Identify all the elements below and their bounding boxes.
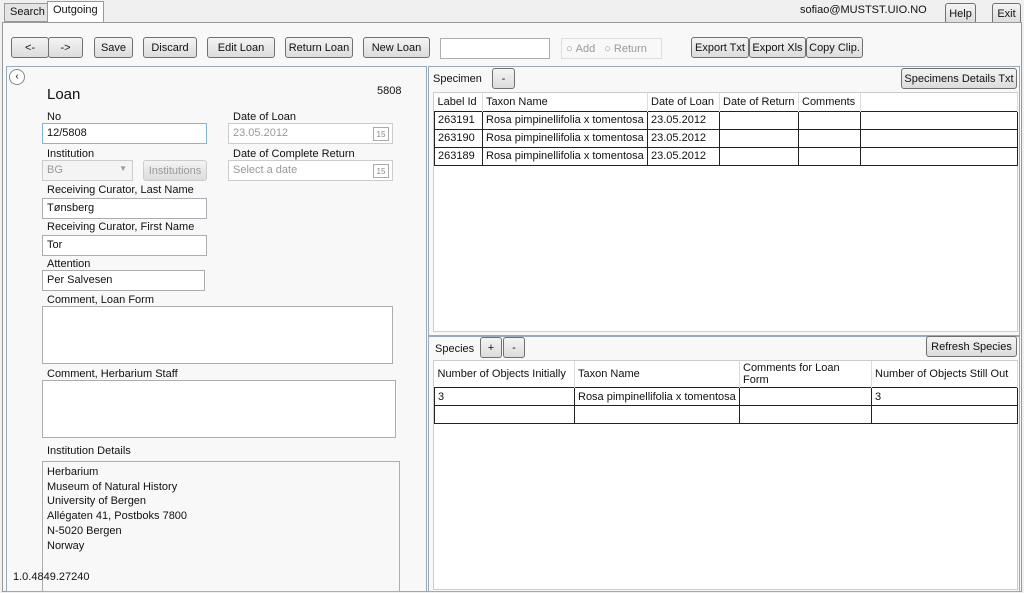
discard-button[interactable]: Discard bbox=[143, 37, 197, 58]
new-loan-button[interactable]: New Loan bbox=[363, 37, 430, 58]
copy-clip-button[interactable]: Copy Clip. bbox=[806, 37, 863, 58]
date-complete-return-label: Date of Complete Return bbox=[233, 148, 355, 160]
loan-id: 5808 bbox=[377, 85, 402, 97]
attention-label: Attention bbox=[47, 258, 91, 270]
edit-loan-button[interactable]: Edit Loan bbox=[207, 37, 275, 58]
loan-title: Loan bbox=[47, 86, 81, 103]
exit-button[interactable]: Exit bbox=[992, 3, 1021, 24]
comment-loan-label: Comment, Loan Form bbox=[47, 294, 154, 306]
last-name-label: Receiving Curator, Last Name bbox=[47, 184, 194, 196]
institution-label: Institution bbox=[47, 148, 95, 160]
refresh-species-button[interactable]: Refresh Species bbox=[926, 336, 1017, 357]
first-name-field[interactable]: Tor bbox=[42, 235, 207, 256]
no-field[interactable]: 12/5808 bbox=[42, 123, 207, 144]
date-of-loan-label: Date of Loan bbox=[233, 111, 296, 123]
user-label: sofiao@MUSTST.UIO.NO bbox=[800, 4, 927, 16]
tab-outgoing[interactable]: Outgoing bbox=[47, 1, 104, 23]
table-row[interactable]: 263189 Rosa pimpinellifolia x tomentosa 23… bbox=[434, 146, 1018, 166]
tab-search[interactable]: Search bbox=[4, 3, 51, 22]
comment-loan-field[interactable] bbox=[42, 306, 393, 364]
search-input[interactable] bbox=[440, 38, 550, 59]
specimen-label: Specimen bbox=[433, 73, 482, 85]
comment-staff-label: Comment, Herbarium Staff bbox=[47, 368, 178, 380]
export-xls-button[interactable]: Export Xls bbox=[749, 37, 806, 58]
species-label: Species bbox=[435, 343, 475, 355]
specimens-details-txt-button[interactable]: Specimens Details Txt bbox=[901, 68, 1017, 89]
calendar-icon[interactable]: 15 bbox=[373, 127, 389, 141]
table-row[interactable]: 3 Rosa pimpinellifolia x tomentosa 3 bbox=[434, 387, 1018, 406]
institution-details-field[interactable]: Herbarium Museum of Natural History Univer… bbox=[42, 461, 400, 592]
version-label: 1.0.4849.27240 bbox=[13, 571, 90, 583]
save-button[interactable]: Save bbox=[94, 37, 133, 58]
date-of-loan-field[interactable]: 23.05.2012 15 bbox=[228, 123, 393, 144]
species-table: Number of Objects Initially Taxon Name Com… bbox=[434, 361, 1018, 424]
table-row[interactable] bbox=[434, 405, 1018, 424]
chevron-down-icon: ▼ bbox=[119, 164, 127, 173]
institutions-button[interactable]: Institutions bbox=[143, 160, 207, 181]
date-complete-return-field[interactable]: Select a date 15 bbox=[228, 160, 393, 181]
specimen-table: Label Id Taxon Name Date of Loan Date of Re… bbox=[434, 93, 1018, 166]
first-name-label: Receiving Curator, First Name bbox=[47, 221, 195, 233]
table-row[interactable]: 263191 Rosa pimpinellifolia x tomentosa 23… bbox=[434, 110, 1018, 130]
remove-specimen-button[interactable]: - bbox=[492, 68, 515, 89]
comment-staff-field[interactable] bbox=[42, 380, 396, 438]
back-button[interactable]: <- bbox=[11, 37, 49, 58]
table-row[interactable]: 263190 Rosa pimpinellifolia x tomentosa 23… bbox=[434, 128, 1018, 148]
add-label: Add bbox=[575, 42, 596, 55]
export-txt-button[interactable]: Export Txt bbox=[691, 37, 749, 58]
return-label: Return bbox=[613, 42, 647, 55]
calendar-icon[interactable]: 15 bbox=[373, 164, 389, 178]
collapse-icon[interactable]: ‹ bbox=[9, 69, 25, 85]
institution-details-label: Institution Details bbox=[47, 445, 131, 457]
return-radio[interactable]: ○ bbox=[604, 43, 611, 55]
remove-species-button[interactable]: - bbox=[503, 337, 525, 358]
return-loan-button[interactable]: Return Loan bbox=[285, 37, 353, 58]
institution-select[interactable]: BG ▼ bbox=[42, 160, 133, 181]
attention-field[interactable]: Per Salvesen bbox=[42, 270, 205, 291]
add-radio[interactable]: ○ bbox=[566, 43, 573, 55]
last-name-field[interactable]: Tønsberg bbox=[42, 198, 207, 219]
no-label: No bbox=[47, 111, 62, 123]
help-button[interactable]: Help bbox=[945, 3, 976, 24]
add-species-button[interactable]: + bbox=[480, 337, 502, 358]
forward-button[interactable]: -> bbox=[48, 37, 83, 58]
